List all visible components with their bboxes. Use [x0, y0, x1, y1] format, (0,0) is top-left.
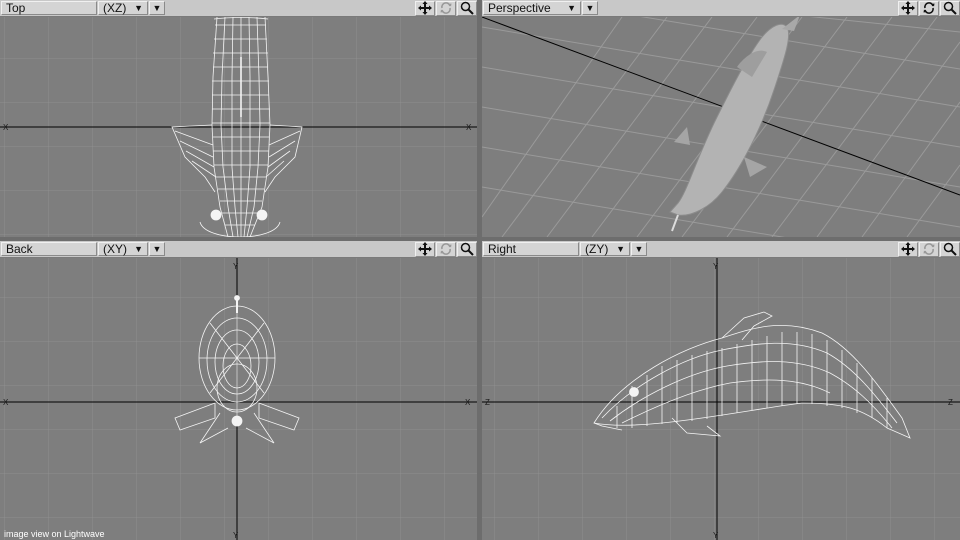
chevron-down-icon: ▼ [134, 3, 143, 13]
axis-marker-y-bottom: Y [713, 531, 719, 540]
axis-marker-y-top: Y [713, 262, 719, 271]
display-mode-dropdown[interactable]: ▼ [149, 242, 165, 256]
chevron-down-icon: ▼ [585, 3, 595, 13]
view-mode-label: Right [488, 242, 517, 256]
viewport-top-header: Top (XZ) ▼ ▼ [0, 0, 477, 17]
display-mode-dropdown[interactable]: ▼ [631, 242, 647, 256]
chevron-down-icon: ▼ [634, 244, 644, 254]
display-mode-dropdown[interactable]: ▼ [582, 1, 598, 15]
axis-label: (XZ) [103, 1, 127, 15]
rotate-icon [923, 2, 935, 14]
rotate-icon [440, 2, 452, 14]
view-mode-label: Back [6, 242, 33, 256]
chevron-down-icon: ▼ [152, 244, 162, 254]
viewport-right[interactable]: Right (ZY) ▼ ▼ Z Z Y Y [482, 241, 960, 540]
viewport-perspective[interactable]: Perspective ▼ ▼ [482, 0, 960, 237]
viewport-back[interactable]: Back (XY) ▼ ▼ X X Y Y [0, 241, 477, 540]
caption: image view on Lightwave [4, 529, 105, 539]
rotate-button[interactable] [436, 241, 456, 257]
move-arrows-icon [901, 1, 915, 15]
axis-label: (XY) [103, 242, 127, 256]
chevron-down-icon: ▼ [616, 244, 625, 254]
zoom-button[interactable] [940, 0, 960, 16]
view-mode-dropdown[interactable]: Perspective ▼ [483, 1, 581, 15]
viewport-top-canvas[interactable]: X X [0, 17, 477, 237]
move-arrows-icon [418, 242, 432, 256]
rotate-button[interactable] [919, 0, 939, 16]
move-arrows-icon [901, 242, 915, 256]
zoom-button[interactable] [940, 241, 960, 257]
view-mode-dropdown[interactable]: Right [483, 242, 579, 256]
viewport-back-header: Back (XY) ▼ ▼ [0, 241, 477, 258]
axis-dropdown[interactable]: (ZY) ▼ [580, 242, 630, 256]
magnifier-icon [460, 242, 474, 256]
zoom-button[interactable] [457, 0, 477, 16]
magnifier-icon [460, 1, 474, 15]
pan-button[interactable] [415, 241, 435, 257]
pan-button[interactable] [415, 0, 435, 16]
view-mode-label: Perspective [488, 1, 551, 15]
axis-label: (ZY) [585, 242, 609, 256]
axis-marker-y-bottom: Y [233, 531, 239, 540]
chevron-down-icon: ▼ [152, 3, 162, 13]
axis-marker-x-right: X [465, 398, 471, 407]
viewport-top[interactable]: Top (XZ) ▼ ▼ X X [0, 0, 477, 237]
axis-marker-x-left: X [3, 123, 9, 132]
rotate-button[interactable] [919, 241, 939, 257]
viewport-back-canvas[interactable]: X X Y Y [0, 258, 477, 540]
rotate-icon [923, 243, 935, 255]
rotate-button[interactable] [436, 0, 456, 16]
chevron-down-icon: ▼ [567, 3, 576, 13]
axis-marker-z-left: Z [485, 398, 490, 407]
viewport-right-canvas[interactable]: Z Z Y Y [482, 258, 960, 540]
axis-marker-z-right: Z [948, 398, 953, 407]
display-mode-dropdown[interactable]: ▼ [149, 1, 165, 15]
axis-dropdown[interactable]: (XZ) ▼ [98, 1, 148, 15]
axis-marker-x-right: X [466, 123, 472, 132]
axis-dropdown[interactable]: (XY) ▼ [98, 242, 148, 256]
viewport-right-header: Right (ZY) ▼ ▼ [482, 241, 960, 258]
axis-marker-y-top: Y [233, 262, 239, 271]
viewport-perspective-canvas[interactable] [482, 17, 960, 237]
view-mode-dropdown[interactable]: Back [1, 242, 97, 256]
axis-marker-x-left: X [3, 398, 9, 407]
magnifier-icon [943, 242, 957, 256]
chevron-down-icon: ▼ [134, 244, 143, 254]
pan-button[interactable] [898, 241, 918, 257]
pan-button[interactable] [898, 0, 918, 16]
zoom-button[interactable] [457, 241, 477, 257]
viewport-perspective-header: Perspective ▼ ▼ [482, 0, 960, 17]
magnifier-icon [943, 1, 957, 15]
rotate-icon [440, 243, 452, 255]
move-arrows-icon [418, 1, 432, 15]
view-mode-label: Top [6, 1, 26, 15]
view-mode-dropdown[interactable]: Top [1, 1, 97, 15]
